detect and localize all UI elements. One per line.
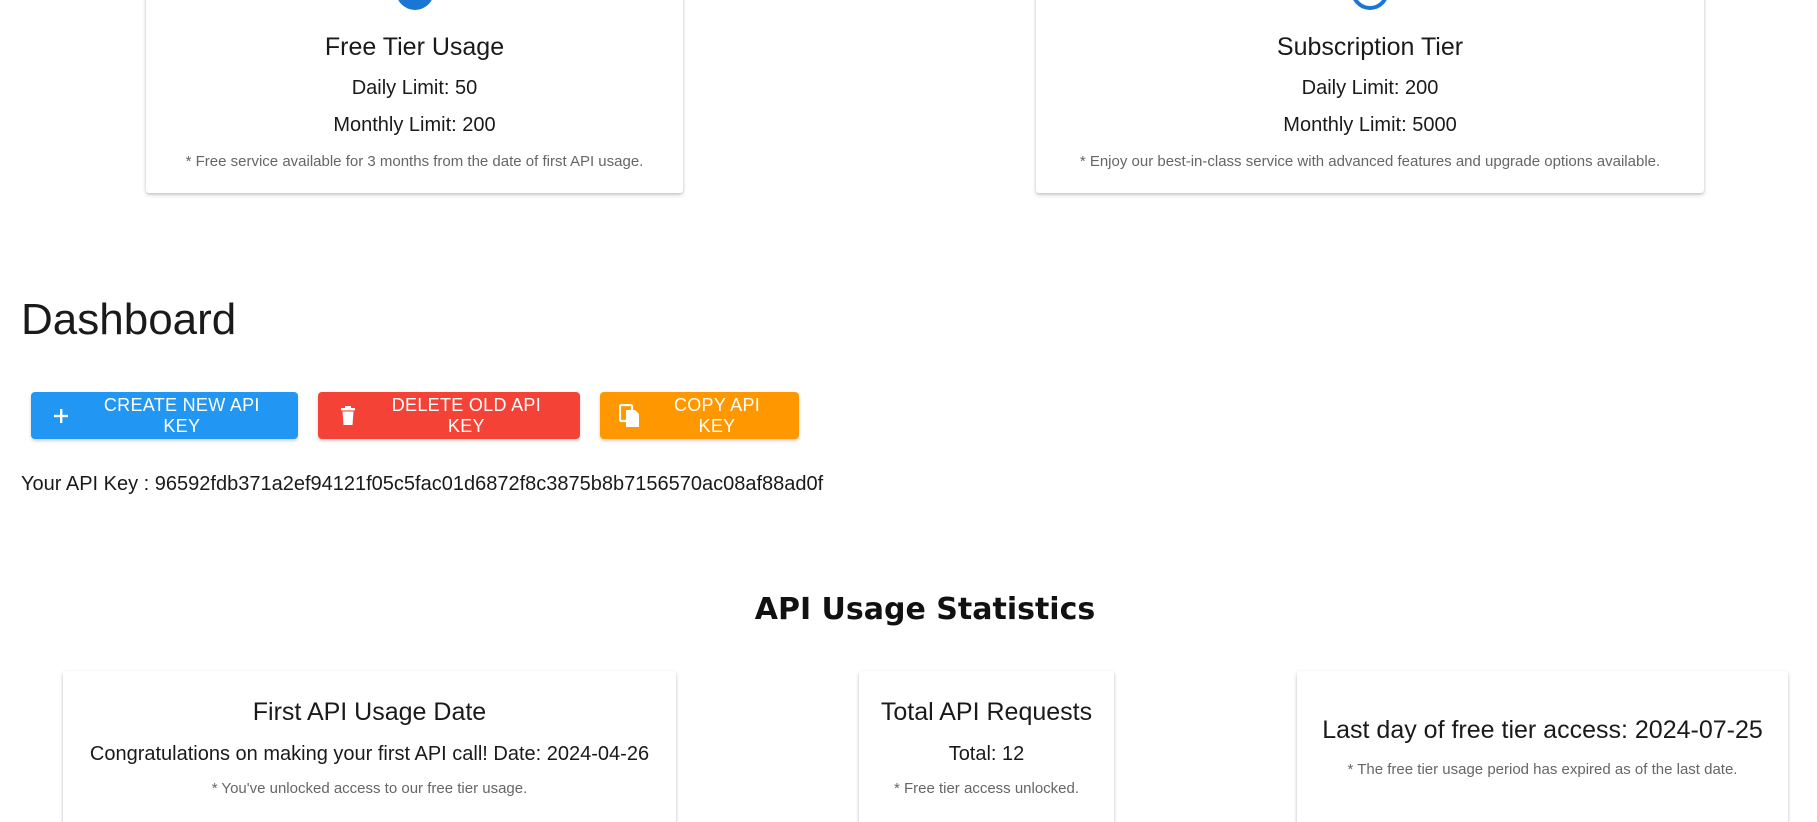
- total-requests-card: Total API Requests Total: 12 * Free tier…: [859, 671, 1114, 822]
- last-day-heading: Last day of free tier access: 2024-07-25: [1322, 716, 1763, 744]
- subscription-tier-monthly-limit: Monthly Limit: 5000: [1283, 114, 1457, 136]
- copy-icon: [619, 403, 641, 427]
- free-tier-monthly-limit: Monthly Limit: 200: [333, 114, 496, 136]
- subscription-tier-note: * Enjoy our best-in-class service with a…: [1079, 153, 1661, 170]
- subscription-tier-daily-limit: Daily Limit: 200: [1301, 77, 1439, 99]
- total-requests-note: * Free tier access unlocked.: [893, 780, 1080, 797]
- total-requests-heading: Total API Requests: [880, 698, 1093, 726]
- total-requests-body: Total: 12: [948, 743, 1025, 765]
- subscription-tier-icon: [1351, 0, 1389, 10]
- copy-api-key-label: COPY API KEY: [673, 394, 761, 436]
- dashboard-title: Dashboard: [21, 295, 237, 344]
- free-tier-card: Free Tier Usage Daily Limit: 50 Monthly …: [146, 0, 683, 193]
- free-tier-daily-limit: Daily Limit: 50: [351, 77, 478, 99]
- last-day-card: Last day of free tier access: 2024-07-25…: [1297, 671, 1788, 822]
- delete-api-key-button[interactable]: DELETE OLD API KEY: [318, 392, 580, 439]
- delete-api-key-label: DELETE OLD API KEY: [391, 394, 541, 436]
- first-usage-note: * You've unlocked access to our free tie…: [211, 780, 528, 797]
- free-tier-title: Free Tier Usage: [324, 33, 505, 61]
- trash-icon: [337, 405, 359, 427]
- free-tier-icon: [395, 0, 434, 10]
- last-day-note: * The free tier usage period has expired…: [1347, 761, 1738, 778]
- first-usage-card: First API Usage Date Congratulations on …: [63, 671, 676, 822]
- create-api-key-button[interactable]: CREATE NEW API KEY: [31, 392, 298, 439]
- first-usage-body: Congratulations on making your first API…: [89, 743, 650, 765]
- api-key-display: Your API Key : 96592fdb371a2ef94121f05c5…: [21, 473, 824, 495]
- page: Free Tier Usage Daily Limit: 50 Monthly …: [0, 0, 1817, 822]
- first-usage-heading: First API Usage Date: [252, 698, 487, 726]
- subscription-tier-title: Subscription Tier: [1276, 33, 1464, 61]
- free-tier-note: * Free service available for 3 months fr…: [185, 153, 644, 170]
- plus-icon: [50, 405, 72, 427]
- create-api-key-label: CREATE NEW API KEY: [103, 394, 260, 436]
- subscription-tier-card: Subscription Tier Daily Limit: 200 Month…: [1036, 0, 1704, 193]
- stats-title: API Usage Statistics: [754, 592, 1096, 627]
- copy-api-key-button[interactable]: COPY API KEY: [600, 392, 799, 439]
